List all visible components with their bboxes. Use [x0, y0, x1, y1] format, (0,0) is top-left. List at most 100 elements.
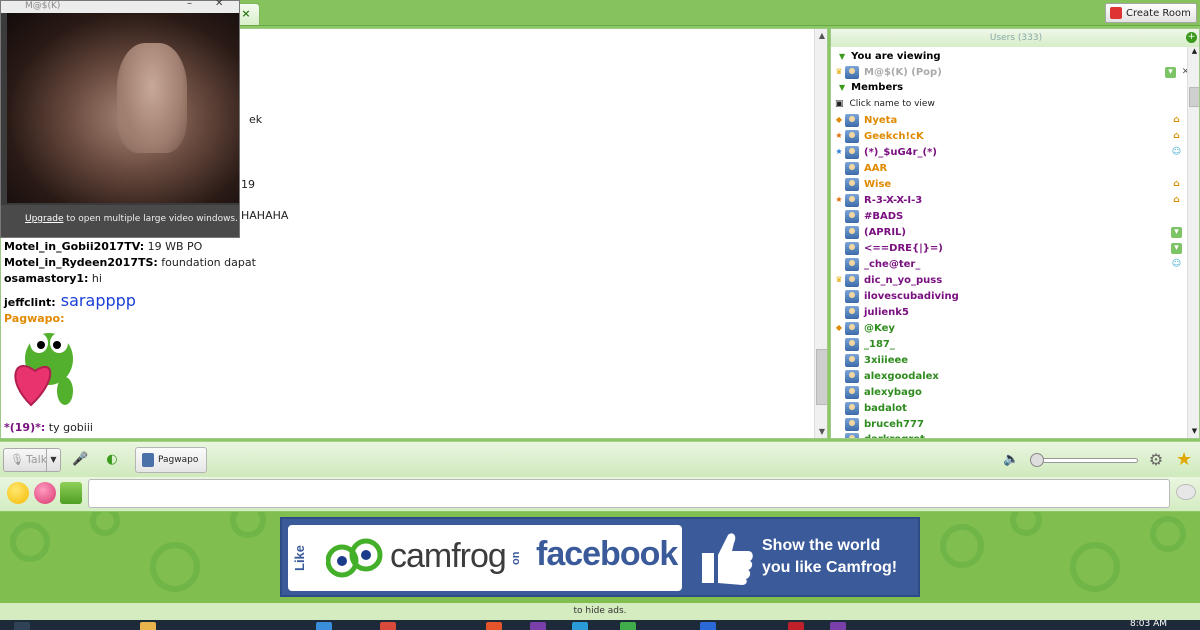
chat-nick[interactable]: jeffclint:	[4, 296, 56, 309]
avatar-icon	[845, 210, 859, 223]
add-icon[interactable]: +	[1186, 32, 1197, 43]
avatar-icon	[845, 386, 859, 399]
chat-scrollbar[interactable]: ▲ ▼	[814, 29, 827, 438]
user-row[interactable]: darkregret	[835, 432, 1185, 438]
message-input-row	[0, 477, 1200, 511]
user-name: Wise	[864, 179, 892, 190]
app-icon[interactable]	[316, 622, 332, 630]
app-icon[interactable]	[486, 622, 502, 630]
volume-slider[interactable]	[1030, 458, 1138, 463]
user-row[interactable]: ◆ @Key	[835, 321, 1185, 336]
user-row[interactable]: ilovescubadiving	[835, 289, 1185, 304]
scroll-down-icon[interactable]: ▼	[815, 425, 827, 438]
video-upgrade-notice: Upgrade to open multiple large video win…	[1, 205, 239, 237]
tab-close-icon[interactable]: ×	[239, 7, 253, 21]
chat-message: osamastory1: hi	[4, 272, 102, 285]
chat-nick[interactable]: *(19)*:	[4, 421, 45, 434]
volume-slider-knob[interactable]	[1030, 453, 1044, 467]
user-row[interactable]: badalot	[835, 401, 1185, 416]
chat-message: Motel_in_Rydeen2017TS: foundation dapat	[4, 256, 256, 269]
chat-scroll-thumb[interactable]	[816, 349, 827, 405]
scroll-up-icon[interactable]: ▲	[815, 29, 827, 43]
section-you-are-viewing[interactable]: ▼ You are viewing	[839, 51, 941, 62]
chat-nick[interactable]: Pagwapo:	[4, 312, 64, 325]
avatar-icon	[845, 66, 859, 79]
video-title-bar[interactable]: M@$(K) – ✕	[1, 0, 239, 13]
app-icon[interactable]	[530, 622, 546, 630]
hide-ads-bar[interactable]: to hide ads.	[0, 603, 1200, 620]
upgrade-text: to open multiple large video windows.	[63, 214, 238, 224]
user-row[interactable]: <==DRE{|}=) ▾	[835, 241, 1185, 256]
viewing-user-row[interactable]: ♛ M@$(K) (Pop) ▾ ✕	[835, 65, 1189, 80]
app-icon[interactable]	[700, 622, 716, 630]
taskbar-clock[interactable]: 8:03 AM	[1130, 620, 1167, 629]
background-circle	[230, 512, 266, 538]
user-row[interactable]: #BADS	[835, 209, 1185, 224]
user-row[interactable]: alexgoodalex	[835, 369, 1185, 384]
background-circle	[90, 512, 120, 536]
camfrog-facebook-ad[interactable]: Like camfrog on facebook Show the world …	[280, 517, 920, 597]
chat-nick[interactable]: Motel_in_Gobii2017TV:	[4, 240, 144, 253]
gift-icon[interactable]	[60, 482, 82, 504]
talk-button[interactable]: 🎙 Talk ▼	[3, 448, 61, 472]
section-members[interactable]: ▼ Members	[839, 82, 903, 93]
cursor-icon: ▣	[835, 99, 844, 109]
chevron-down-icon[interactable]: ▼	[46, 449, 60, 471]
user-row[interactable]: AAR	[835, 161, 1185, 176]
user-row[interactable]: _che@ter_ ☺	[835, 257, 1185, 272]
user-row[interactable]: ★ (*)_$uG4r_(*) ☺	[835, 145, 1185, 160]
ad-camfrog-text: camfrog	[390, 537, 507, 575]
user-name: Nyeta	[864, 115, 898, 126]
user-row[interactable]: ★ Geekch!cK ⌂	[835, 129, 1185, 144]
create-room-button[interactable]: Create Room	[1105, 3, 1197, 23]
gear-icon[interactable]: ⚙	[1148, 452, 1164, 468]
mic-settings-icon[interactable]: 🎤	[72, 452, 88, 468]
star-icon[interactable]: ★	[1176, 451, 1192, 469]
ad-tagline-line: you like Camfrog!	[762, 559, 898, 576]
shield-icon: ▾	[1171, 243, 1182, 254]
avatar-icon	[845, 306, 859, 319]
video-window[interactable]: M@$(K) – ✕ Upgrade to open multiple larg…	[0, 0, 240, 238]
background-circle	[10, 522, 50, 562]
app-icon[interactable]	[572, 622, 588, 630]
smiley-icon[interactable]	[7, 482, 29, 504]
users-scrollbar[interactable]: ▲ ▼	[1187, 47, 1199, 438]
avatar-icon	[845, 418, 859, 431]
app-icon[interactable]	[620, 622, 636, 630]
user-row[interactable]: ◆ Nyeta ⌂	[835, 113, 1185, 128]
close-icon[interactable]: ✕	[215, 0, 223, 9]
user-row[interactable]: ♛ dic_n_yo_puss	[835, 273, 1185, 288]
speaker-icon[interactable]: ◐	[104, 452, 120, 468]
volume-icon[interactable]: 🔈	[1003, 452, 1019, 468]
message-input[interactable]	[88, 479, 1170, 508]
scroll-down-icon[interactable]: ▼	[1188, 427, 1199, 435]
user-row[interactable]: _187_	[835, 337, 1185, 352]
chat-message: Motel_in_Gobii2017TV: 19 WB PO	[4, 240, 202, 253]
user-row[interactable]: julienk5	[835, 305, 1185, 320]
chat-bubble-icon[interactable]	[1176, 484, 1196, 500]
app-icon[interactable]	[380, 622, 396, 630]
user-row[interactable]: 3xiiieee	[835, 353, 1185, 368]
app-icon[interactable]	[830, 622, 846, 630]
avatar-icon	[845, 274, 859, 287]
user-row[interactable]: (APRIL) ▾	[835, 225, 1185, 240]
chat-nick[interactable]: Motel_in_Rydeen2017TS:	[4, 256, 158, 269]
users-scroll-thumb[interactable]	[1189, 87, 1199, 107]
folder-icon[interactable]	[140, 622, 156, 630]
avatar-icon	[845, 338, 859, 351]
user-name: _che@ter_	[864, 259, 921, 270]
scroll-up-icon[interactable]: ▲	[1188, 47, 1199, 55]
minimize-icon[interactable]: –	[187, 0, 192, 9]
cam-user-button[interactable]: Pagwapo	[135, 447, 207, 473]
app-icon[interactable]	[788, 622, 804, 630]
user-row[interactable]: Wise ⌂	[835, 177, 1185, 192]
user-row[interactable]: bruceh777	[835, 417, 1185, 432]
heart-sticker-icon[interactable]	[34, 482, 56, 504]
chat-nick[interactable]: osamastory1:	[4, 272, 88, 285]
user-row[interactable]: alexybago	[835, 385, 1185, 400]
upgrade-link[interactable]: Upgrade	[25, 214, 63, 224]
user-row[interactable]: ★ R-3-X-X-I-3 ⌂	[835, 193, 1185, 208]
start-icon[interactable]	[14, 622, 30, 630]
crown-icon: ♛	[835, 275, 843, 284]
diamond-icon: ◆	[835, 115, 843, 124]
